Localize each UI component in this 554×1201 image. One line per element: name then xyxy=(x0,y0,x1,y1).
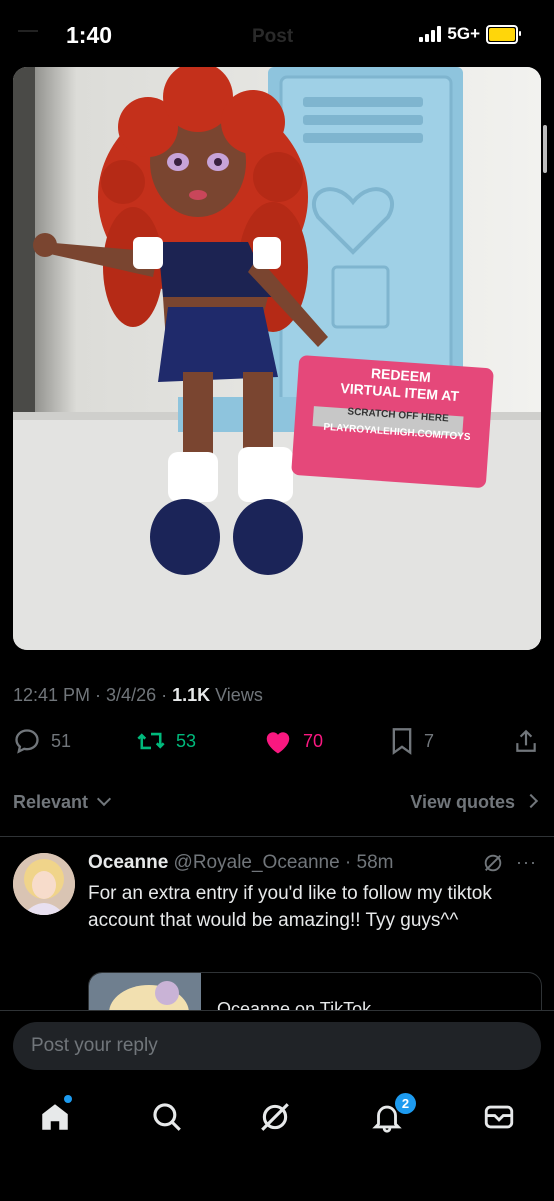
doll-photo xyxy=(13,67,541,650)
more-icon[interactable]: ··· xyxy=(516,852,537,873)
avatar-image xyxy=(13,853,75,915)
repost-count: 53 xyxy=(176,730,197,751)
heart-icon xyxy=(266,732,290,754)
grok-icon[interactable] xyxy=(482,852,504,879)
chevron-right-icon xyxy=(523,793,539,809)
reply-count: 51 xyxy=(51,730,72,751)
promo-card: REDEEM VIRTUAL ITEM AT SCRATCH OFF HERE … xyxy=(297,360,501,445)
status-time: 1:40 xyxy=(66,22,113,48)
reply-icon xyxy=(15,729,39,754)
page-title: Post xyxy=(252,26,294,47)
like-button[interactable]: 70 xyxy=(263,727,323,755)
sort-label: Relevant xyxy=(13,792,89,812)
network-label: 5G+ xyxy=(447,24,480,43)
mail-icon[interactable] xyxy=(482,1100,516,1134)
views-label: Views xyxy=(210,685,263,705)
view-quotes-link[interactable]: View quotes xyxy=(410,792,539,813)
home-icon[interactable] xyxy=(38,1100,72,1134)
divider xyxy=(0,836,554,837)
reply-author: Oceanne @Royale_Oceanne · 58m xyxy=(88,852,394,874)
reply-button[interactable]: 51 xyxy=(13,727,71,755)
grok-nav-icon[interactable] xyxy=(258,1100,292,1134)
sort-dropdown[interactable]: Relevant xyxy=(13,791,112,813)
like-count: 70 xyxy=(303,730,324,751)
reply-text: For an extra entry if you'd like to foll… xyxy=(88,883,492,931)
reply-input[interactable] xyxy=(13,1022,541,1070)
post-actions: 51 53 70 7 xyxy=(13,727,541,763)
reply-handle: @Royale_Oceanne · 58m xyxy=(173,852,394,873)
search-icon[interactable] xyxy=(150,1100,184,1134)
share-icon xyxy=(516,729,536,752)
view-quotes-label: View quotes xyxy=(410,792,515,812)
home-notification-dot xyxy=(64,1095,72,1103)
battery-icon xyxy=(486,24,521,44)
share-button[interactable] xyxy=(513,727,539,755)
scrollbar[interactable] xyxy=(543,125,547,173)
views-count: 1.1K xyxy=(172,685,211,705)
bookmark-count: 7 xyxy=(424,730,435,751)
post-image[interactable]: REDEEM VIRTUAL ITEM AT SCRATCH OFF HERE … xyxy=(13,67,541,650)
post-meta: 12:41 PM · 3/4/26 · 1.1K Views xyxy=(13,685,263,706)
signal-icon xyxy=(419,26,442,42)
post-timestamp: 12:41 PM · 3/4/26 · xyxy=(13,685,173,705)
notification-badge: 2 xyxy=(395,1093,416,1114)
repost-button[interactable]: 53 xyxy=(136,727,196,755)
avatar[interactable] xyxy=(13,853,75,915)
bookmark-icon xyxy=(392,728,412,755)
back-arrow-icon[interactable] xyxy=(18,30,38,32)
reply-name[interactable]: Oceanne xyxy=(88,852,168,873)
bookmark-button[interactable]: 7 xyxy=(390,727,434,755)
repost-icon xyxy=(137,732,165,750)
chevron-down-icon xyxy=(96,791,112,807)
status-indicators: 5G+ xyxy=(419,24,521,44)
